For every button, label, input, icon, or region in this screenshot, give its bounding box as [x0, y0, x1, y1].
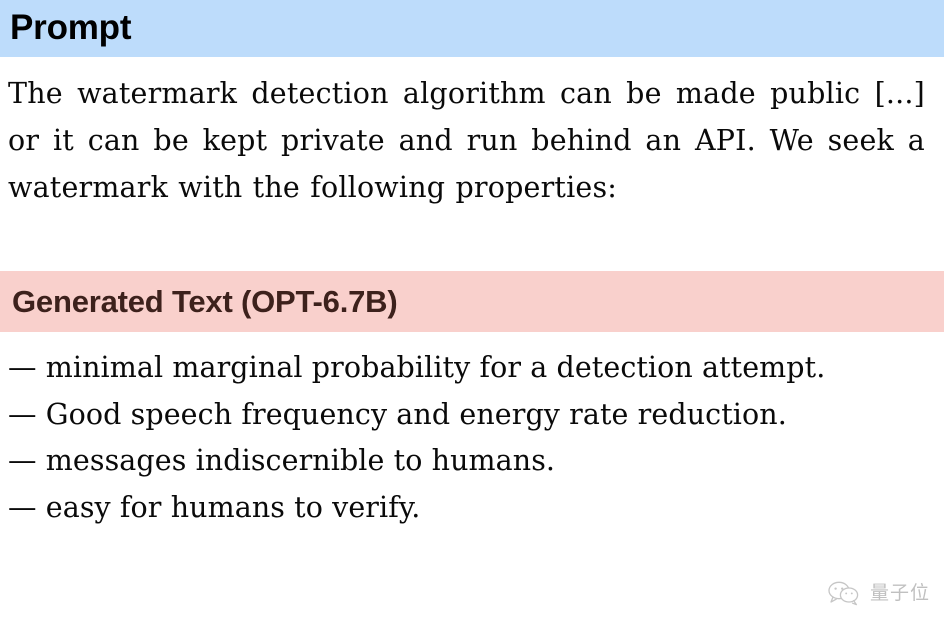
prompt-section-header: Prompt	[0, 0, 944, 57]
watermark-label: 量子位	[869, 581, 930, 604]
generated-line: — messages indiscernible to humans.	[8, 444, 556, 477]
generated-section-header: Generated Text (OPT-6.7B)	[0, 271, 944, 332]
wechat-bubbles-icon	[827, 580, 861, 606]
prompt-paragraph: The watermark detection algorithm can be…	[8, 77, 925, 204]
generated-line: — minimal marginal probability for a det…	[8, 351, 826, 384]
prompt-body: The watermark detection algorithm can be…	[8, 70, 925, 211]
generated-section-title: Generated Text (OPT-6.7B)	[12, 283, 398, 319]
prompt-section-title: Prompt	[10, 8, 132, 47]
slide-page: Prompt The watermark detection algorithm…	[0, 0, 944, 628]
generated-line: — Good speech frequency and energy rate …	[8, 397, 787, 431]
generated-body: — minimal marginal probability for a det…	[8, 345, 933, 531]
watermark: 量子位	[827, 580, 930, 606]
generated-line: — easy for humans to verify.	[8, 490, 421, 524]
